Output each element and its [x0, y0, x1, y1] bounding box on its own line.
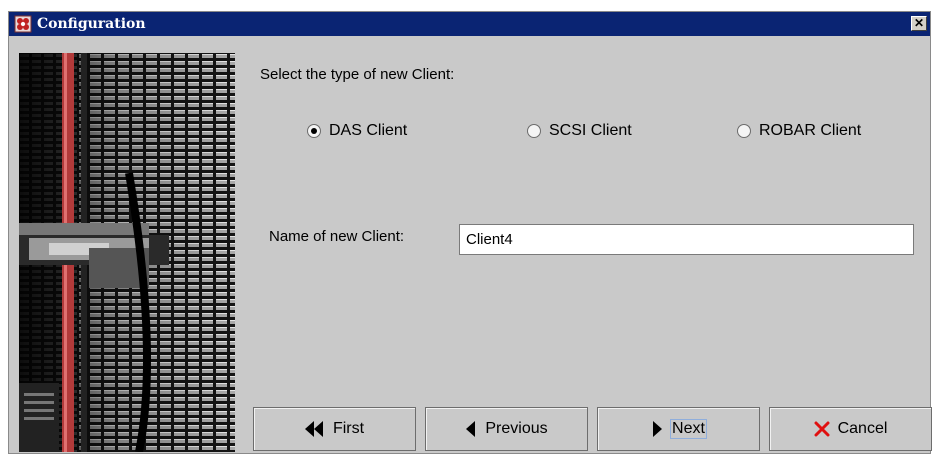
radio-unselected-icon[interactable] [737, 124, 751, 138]
first-button[interactable]: First [253, 407, 416, 451]
app-flower-icon [14, 15, 32, 33]
configuration-dialog: Configuration ✕ Select the type of new C… [8, 11, 932, 454]
cancel-button-label: Cancel [837, 420, 888, 437]
das-client-radio[interactable]: DAS Client [307, 121, 407, 141]
previous-button-label: Previous [485, 420, 548, 437]
triangle-left-icon [465, 421, 477, 437]
radio-unselected-icon[interactable] [527, 124, 541, 138]
next-button[interactable]: Next [597, 407, 760, 451]
das-client-label: DAS Client [329, 122, 408, 139]
title-bar[interactable]: Configuration ✕ [9, 12, 930, 36]
client-name-input[interactable] [459, 224, 914, 255]
robar-client-radio[interactable]: ROBAR Client [737, 121, 861, 141]
tape-library-photo [19, 53, 235, 452]
robar-client-label: ROBAR Client [759, 122, 862, 139]
client-name-label: Name of new Client: [269, 228, 405, 245]
scsi-client-radio[interactable]: SCSI Client [527, 121, 632, 141]
close-icon: ✕ [913, 16, 925, 30]
scsi-client-label: SCSI Client [549, 122, 632, 139]
first-button-label: First [332, 420, 365, 437]
window-title: Configuration [37, 16, 146, 32]
cancel-button[interactable]: Cancel [769, 407, 932, 451]
radio-selected-icon[interactable] [307, 124, 321, 138]
client-type-prompt: Select the type of new Client: [260, 66, 455, 83]
triangle-right-icon [651, 421, 663, 437]
previous-button[interactable]: Previous [425, 407, 588, 451]
double-triangle-left-icon [304, 421, 325, 437]
next-button-label: Next [670, 419, 707, 439]
close-button[interactable]: ✕ [911, 16, 927, 31]
dialog-body: Select the type of new Client: DAS Clien… [9, 36, 932, 453]
red-x-icon [814, 421, 830, 437]
